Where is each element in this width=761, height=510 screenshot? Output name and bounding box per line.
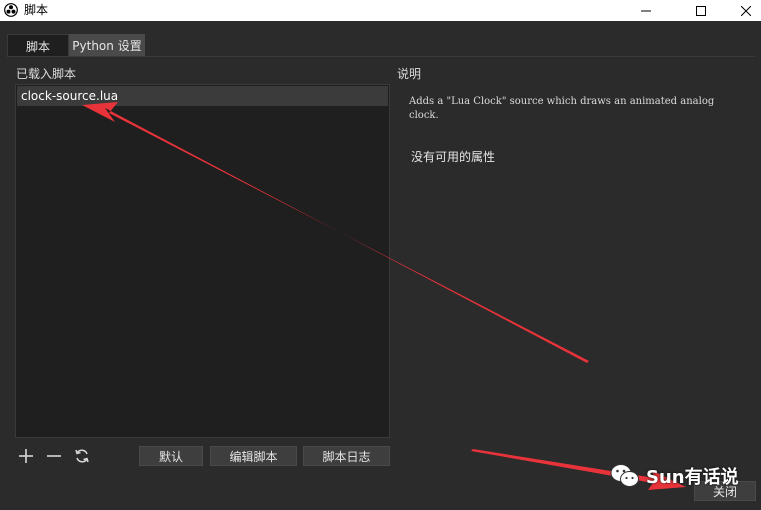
- default-button[interactable]: 默认: [139, 446, 203, 466]
- watermark-text: Sun有话说: [646, 467, 739, 488]
- refresh-icon: [75, 449, 89, 463]
- list-item[interactable]: clock-source.lua: [17, 86, 388, 106]
- loaded-scripts-label: 已载入脚本: [16, 67, 77, 81]
- close-window-button[interactable]: [723, 0, 761, 21]
- tab-divider: [7, 56, 755, 57]
- add-script-button[interactable]: [16, 446, 36, 466]
- title-bar: 脚本: [0, 0, 761, 21]
- window-title: 脚本: [24, 3, 49, 17]
- wechat-icon: [610, 464, 639, 487]
- minimize-icon: [641, 10, 651, 11]
- reload-script-button[interactable]: [72, 446, 92, 466]
- no-properties-text: 没有可用的属性: [411, 150, 496, 164]
- plus-icon: [19, 449, 33, 463]
- close-icon: [741, 5, 751, 16]
- tab-python-settings[interactable]: Python 设置: [69, 34, 145, 56]
- script-description: Adds a "Lua Clock" source which draws an…: [409, 96, 715, 121]
- script-log-button[interactable]: 脚本日志: [303, 446, 390, 466]
- maximize-button[interactable]: [678, 0, 724, 21]
- script-list[interactable]: clock-source.lua: [15, 84, 390, 438]
- remove-script-button[interactable]: [44, 446, 64, 466]
- description-label: 说明: [397, 67, 422, 81]
- minus-icon: [47, 455, 61, 457]
- maximize-icon: [696, 5, 706, 16]
- edit-script-button[interactable]: 编辑脚本: [210, 446, 297, 466]
- minimize-button[interactable]: [623, 0, 669, 21]
- obs-logo-icon: [4, 3, 18, 17]
- tab-scripts[interactable]: 脚本: [7, 34, 69, 57]
- watermark: Sun有话说: [610, 462, 739, 490]
